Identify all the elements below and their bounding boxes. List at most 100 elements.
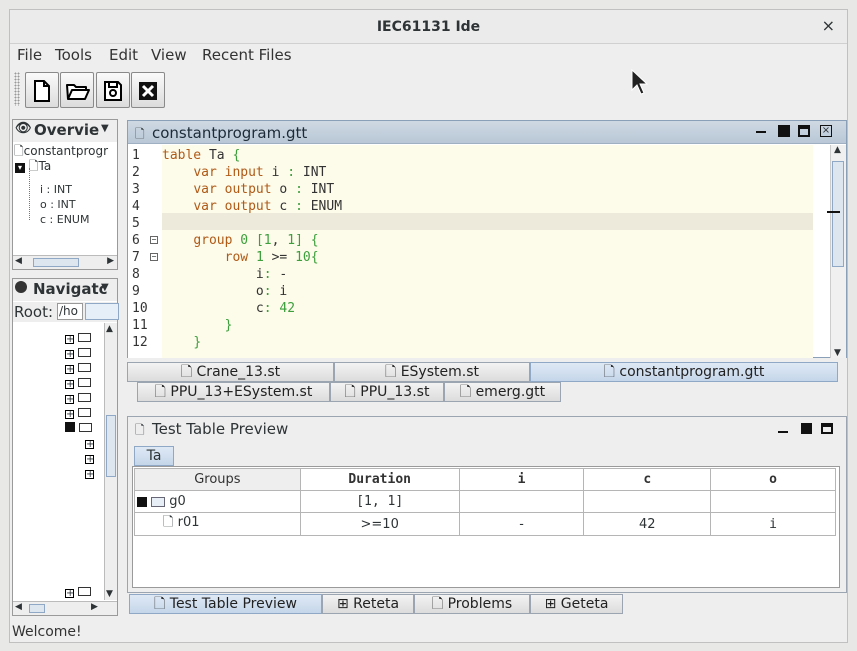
maximize-icon[interactable] <box>821 423 833 434</box>
close-icon[interactable]: × <box>820 125 832 137</box>
code-line[interactable]: } <box>162 334 201 351</box>
row-cell[interactable]: 🗋 r01 <box>134 512 301 536</box>
duration-cell[interactable]: >=10 <box>299 512 460 536</box>
code-line[interactable]: var input i : INT <box>162 164 326 181</box>
fold-icon[interactable]: − <box>150 253 158 261</box>
collapse-icon[interactable] <box>137 496 147 507</box>
c-cell[interactable] <box>583 490 712 513</box>
restore-icon[interactable] <box>801 423 812 434</box>
chevron-down-icon[interactable]: ▼ <box>101 282 109 293</box>
column-header-groups[interactable]: Groups <box>134 468 301 491</box>
column-header-i[interactable]: i <box>458 468 585 491</box>
navigator-vscroll[interactable]: ▲ ▼ <box>104 323 117 600</box>
tree-node[interactable]: + <box>65 585 92 600</box>
file-icon: 🗋 <box>180 364 197 380</box>
tree-var-c[interactable]: c : ENUM <box>40 213 89 226</box>
code-line[interactable]: i: - <box>162 266 287 283</box>
c-cell[interactable]: 42 <box>583 512 712 536</box>
column-header-duration[interactable]: Duration <box>299 468 460 491</box>
collapse-icon[interactable]: ▾ <box>15 163 25 173</box>
tree-table[interactable]: ▾ 🗋Ta <box>15 157 51 178</box>
tree-var-i[interactable]: i : INT <box>40 183 72 196</box>
ide-window: IEC61131 Ide × File Tools Edit View Rece… <box>9 9 848 643</box>
code-line[interactable]: c: 42 <box>162 300 295 317</box>
minimize-icon[interactable] <box>756 131 766 133</box>
duration-cell[interactable]: [1, 1] <box>299 490 460 513</box>
menu-view[interactable]: View <box>151 46 187 64</box>
code-line[interactable]: var output c : ENUM <box>162 198 342 215</box>
tab-reteta[interactable]: ⊞ Reteta <box>322 594 414 614</box>
line-number: 12 <box>132 335 148 350</box>
minimize-icon[interactable] <box>778 431 788 433</box>
line-number: 11 <box>132 318 148 333</box>
navigator-tree[interactable]: + + + + + + + + + + <box>13 323 103 600</box>
code-line[interactable]: var output o : INT <box>162 181 334 198</box>
tab-geteta[interactable]: ⊞ Geteta <box>530 594 623 614</box>
tab-crane[interactable]: 🗋 Crane_13.st <box>127 362 334 382</box>
file-icon: 🗋 <box>459 384 476 400</box>
i-cell[interactable] <box>458 490 585 513</box>
tree-node-expanded[interactable] <box>65 421 93 436</box>
o-cell[interactable]: i <box>710 512 836 536</box>
toolbar-grip[interactable] <box>14 72 20 106</box>
tree-node[interactable]: + <box>85 466 94 481</box>
fold-icon[interactable]: − <box>150 236 158 244</box>
preview-header: 🗋 Test Table Preview <box>128 417 846 441</box>
open-button[interactable] <box>60 72 94 108</box>
code-line[interactable]: group 0 [1, 1] { <box>162 232 318 249</box>
column-header-c[interactable]: c <box>583 468 712 491</box>
tree-node[interactable]: + <box>65 361 92 376</box>
tree-node[interactable]: + <box>65 346 92 361</box>
tree-var-o[interactable]: o : INT <box>40 198 76 211</box>
root-browse-button[interactable] <box>85 303 119 320</box>
navigator-hscroll[interactable]: ◀ ▶ <box>13 601 117 615</box>
editor-vscroll[interactable]: ▲ ▼ <box>830 145 846 358</box>
chevron-down-icon[interactable]: ▼ <box>101 123 109 134</box>
tab-test-table-preview[interactable]: 🗋 Test Table Preview <box>129 594 322 614</box>
code-line[interactable]: table Ta { <box>162 147 240 164</box>
scroll-thumb[interactable] <box>29 604 45 613</box>
table-row[interactable]: 🗋 r01 >=10 - 42 i <box>134 512 836 536</box>
tree-node[interactable]: + <box>85 436 94 451</box>
scroll-thumb[interactable] <box>33 258 79 267</box>
tab-problems[interactable]: 🗋 Problems <box>414 594 530 614</box>
tree-node[interactable]: + <box>85 451 94 466</box>
i-cell[interactable]: - <box>458 512 585 536</box>
menu-file[interactable]: File <box>17 46 42 64</box>
scroll-thumb[interactable] <box>106 415 116 477</box>
scroll-thumb[interactable] <box>832 161 844 267</box>
table-row[interactable]: g0 [1, 1] <box>134 490 836 513</box>
group-cell[interactable]: g0 <box>134 490 301 513</box>
code-line[interactable]: o: i <box>162 283 287 300</box>
collapse-icon[interactable] <box>65 422 75 432</box>
code-line[interactable]: } <box>162 317 233 334</box>
splitter-marker[interactable] <box>827 211 840 213</box>
save-button[interactable] <box>96 72 130 108</box>
menu-recent-files[interactable]: Recent Files <box>202 46 292 64</box>
code-editor[interactable]: 1 table Ta {2 var input i : INT 3 var outp… <box>128 145 813 358</box>
tree-node[interactable]: + <box>65 391 92 406</box>
overview-hscroll[interactable]: ◀ ▶ <box>13 255 117 269</box>
scroll-up-icon: ▲ <box>106 324 113 334</box>
tab-emerg[interactable]: 🗋 emerg.gtt <box>444 382 561 402</box>
code-line[interactable]: row 1 >= 10{ <box>162 249 319 266</box>
restore-icon[interactable] <box>778 125 790 137</box>
close-file-button[interactable] <box>131 72 165 108</box>
menu-edit[interactable]: Edit <box>109 46 138 64</box>
tree-node[interactable]: + <box>65 331 92 346</box>
tab-esystem[interactable]: 🗋 ESystem.st <box>334 362 530 382</box>
column-header-o[interactable]: o <box>710 468 836 491</box>
new-file-button[interactable] <box>25 72 59 108</box>
subtab-ta[interactable]: Ta <box>134 446 174 466</box>
o-cell[interactable] <box>710 490 836 513</box>
tree-node[interactable]: + <box>65 406 92 421</box>
bottom-tabs: 🗋 Test Table Preview ⊞ Reteta 🗋 Problems… <box>127 594 847 616</box>
maximize-icon[interactable] <box>798 125 810 137</box>
root-input[interactable]: /ho <box>57 303 83 320</box>
tab-ppu-esystem[interactable]: 🗋 PPU_13+ESystem.st <box>137 382 330 402</box>
menu-tools[interactable]: Tools <box>55 46 92 64</box>
tab-constantprogram[interactable]: 🗋 constantprogram.gtt <box>530 362 838 382</box>
window-close-button[interactable]: × <box>822 16 835 35</box>
tab-ppu[interactable]: 🗋 PPU_13.st <box>330 382 444 402</box>
tree-node[interactable]: + <box>65 376 92 391</box>
